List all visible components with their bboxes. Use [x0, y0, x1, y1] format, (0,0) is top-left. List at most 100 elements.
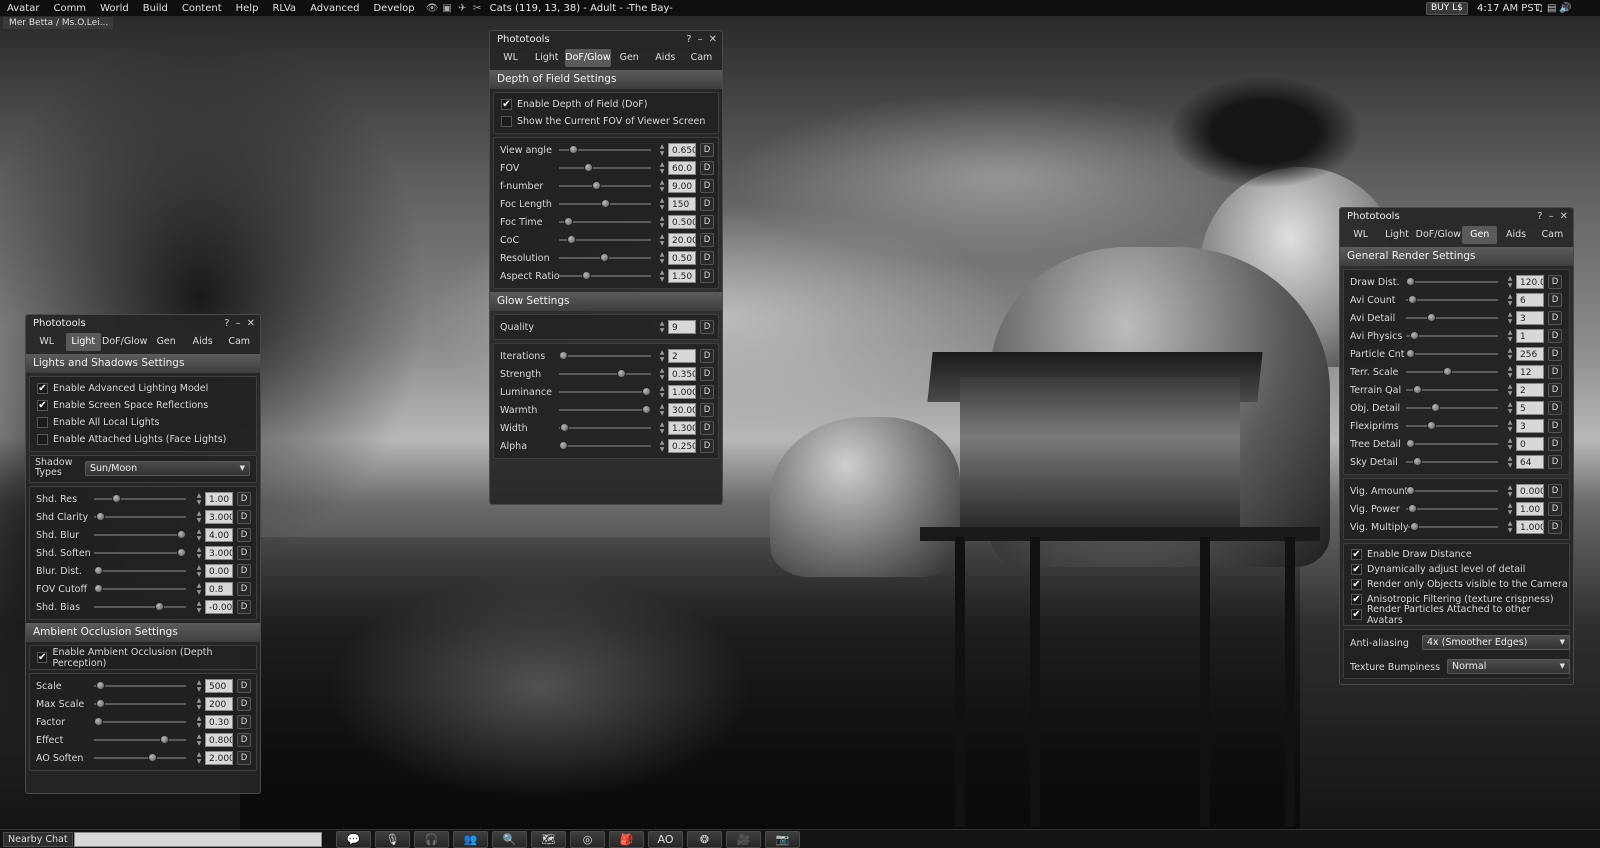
- value-field[interactable]: 12: [1516, 365, 1544, 379]
- slider-knob[interactable]: [94, 566, 103, 575]
- spinner-arrows[interactable]: ▲ ▼: [1506, 347, 1514, 361]
- spin-up-icon[interactable]: ▲: [658, 367, 666, 374]
- headphones-button[interactable]: 🎧: [414, 831, 449, 848]
- help-button[interactable]: ?: [686, 31, 691, 49]
- spin-down-icon[interactable]: ▼: [658, 428, 666, 435]
- anti-aliasing-dropdown[interactable]: 4x (Smoother Edges) ▼: [1422, 635, 1570, 650]
- slider-track[interactable]: [559, 199, 651, 208]
- spin-up-icon[interactable]: ▲: [195, 697, 203, 704]
- spin-down-icon[interactable]: ▼: [195, 535, 203, 542]
- value-field[interactable]: 3: [1516, 311, 1544, 325]
- slider-track[interactable]: [559, 423, 651, 432]
- spin-down-icon[interactable]: ▼: [658, 240, 666, 247]
- spin-up-icon[interactable]: ▲: [195, 564, 203, 571]
- tab-wl[interactable]: WL: [29, 333, 65, 351]
- default-button[interactable]: D: [1548, 293, 1562, 307]
- shadow-types-dropdown[interactable]: Sun/Moon ▼: [85, 461, 250, 476]
- value-field[interactable]: 1.50: [668, 269, 696, 283]
- value-field[interactable]: 0.00: [205, 564, 233, 578]
- slider-knob[interactable]: [1426, 421, 1436, 430]
- default-button[interactable]: D: [1548, 520, 1562, 534]
- value-field[interactable]: 3.000: [205, 546, 233, 560]
- default-button[interactable]: D: [700, 215, 714, 229]
- value-field[interactable]: 3: [1516, 419, 1544, 433]
- default-button[interactable]: D: [700, 349, 714, 363]
- spinner-arrows[interactable]: ▲ ▼: [658, 439, 666, 453]
- checkbox[interactable]: ✔: [1351, 594, 1362, 605]
- spin-down-icon[interactable]: ▼: [1506, 282, 1514, 289]
- spinner-arrows[interactable]: ▲ ▼: [658, 269, 666, 283]
- spinner-arrows[interactable]: ▲ ▼: [658, 233, 666, 247]
- value-field[interactable]: 0: [1516, 437, 1544, 451]
- tab-wl[interactable]: WL: [493, 49, 528, 67]
- default-button[interactable]: D: [700, 197, 714, 211]
- spin-down-icon[interactable]: ▼: [195, 589, 203, 596]
- spin-down-icon[interactable]: ▼: [195, 553, 203, 560]
- default-button[interactable]: D: [700, 320, 714, 334]
- ao-button[interactable]: AO: [648, 831, 683, 848]
- checkbox[interactable]: ✔: [37, 652, 48, 663]
- slider-track[interactable]: [559, 441, 651, 450]
- slider-knob[interactable]: [1407, 504, 1417, 513]
- spinner-arrows[interactable]: ▲ ▼: [658, 197, 666, 211]
- value-field[interactable]: 0.50: [668, 251, 696, 265]
- menu-rlva[interactable]: RLVa: [265, 0, 303, 17]
- slider-knob[interactable]: [1412, 457, 1422, 466]
- spin-up-icon[interactable]: ▲: [195, 715, 203, 722]
- value-field[interactable]: 1.00: [1516, 502, 1544, 516]
- slider-track[interactable]: [559, 271, 651, 280]
- spin-up-icon[interactable]: ▲: [195, 600, 203, 607]
- default-button[interactable]: D: [237, 600, 251, 614]
- default-button[interactable]: D: [237, 679, 251, 693]
- tab-dof-glow[interactable]: DoF/Glow: [565, 49, 611, 67]
- slider-track[interactable]: [94, 735, 186, 744]
- menu-comm[interactable]: Comm: [46, 0, 93, 17]
- slider-track[interactable]: [559, 405, 651, 414]
- default-button[interactable]: D: [1548, 383, 1562, 397]
- chat-input[interactable]: [74, 832, 322, 847]
- spin-up-icon[interactable]: ▲: [658, 197, 666, 204]
- spin-down-icon[interactable]: ▼: [1506, 408, 1514, 415]
- checkbox-row[interactable]: ✔ Enable Screen Space Reflections: [30, 397, 256, 414]
- slider-knob[interactable]: [1443, 367, 1453, 376]
- slider-track[interactable]: [1406, 486, 1498, 495]
- spin-down-icon[interactable]: ▼: [1506, 354, 1514, 361]
- default-button[interactable]: D: [1548, 401, 1562, 415]
- default-button[interactable]: D: [237, 528, 251, 542]
- slider-knob[interactable]: [1412, 385, 1422, 394]
- help-button[interactable]: ?: [1537, 208, 1542, 226]
- spinner-arrows[interactable]: ▲ ▼: [195, 715, 203, 729]
- default-button[interactable]: D: [237, 751, 251, 765]
- slider-track[interactable]: [94, 602, 186, 611]
- slider-knob[interactable]: [95, 512, 105, 521]
- spin-up-icon[interactable]: ▲: [658, 403, 666, 410]
- slider-track[interactable]: [1406, 367, 1498, 376]
- slider-knob[interactable]: [1407, 295, 1417, 304]
- tab-cam[interactable]: Cam: [684, 49, 719, 67]
- menu-develop[interactable]: Develop: [366, 0, 421, 17]
- location-text[interactable]: Cats (119, 13, 38) - Adult - -The Bay-: [490, 3, 673, 14]
- spin-down-icon[interactable]: ▼: [658, 186, 666, 193]
- spinner-arrows[interactable]: ▲ ▼: [195, 510, 203, 524]
- spin-down-icon[interactable]: ▼: [1506, 527, 1514, 534]
- value-field[interactable]: 150: [668, 197, 696, 211]
- spinner-arrows[interactable]: ▲ ▼: [195, 564, 203, 578]
- value-field[interactable]: 1: [1516, 329, 1544, 343]
- default-button[interactable]: D: [237, 546, 251, 560]
- spin-down-icon[interactable]: ▼: [195, 758, 203, 765]
- slider-knob[interactable]: [592, 181, 602, 190]
- default-button[interactable]: D: [237, 510, 251, 524]
- close-button[interactable]: ✕: [709, 31, 717, 49]
- default-button[interactable]: D: [237, 564, 251, 578]
- spin-up-icon[interactable]: ▲: [195, 510, 203, 517]
- slider-knob[interactable]: [177, 548, 186, 557]
- spin-up-icon[interactable]: ▲: [658, 161, 666, 168]
- slider-knob[interactable]: [1406, 486, 1415, 495]
- spinner-arrows[interactable]: ▲ ▼: [1506, 437, 1514, 451]
- slider-track[interactable]: [1406, 385, 1498, 394]
- slider-knob[interactable]: [94, 584, 103, 593]
- spinner-arrows[interactable]: ▲ ▼: [1506, 365, 1514, 379]
- spin-down-icon[interactable]: ▼: [1506, 390, 1514, 397]
- tab-dof-glow[interactable]: DoF/Glow: [102, 333, 147, 351]
- spin-down-icon[interactable]: ▼: [195, 571, 203, 578]
